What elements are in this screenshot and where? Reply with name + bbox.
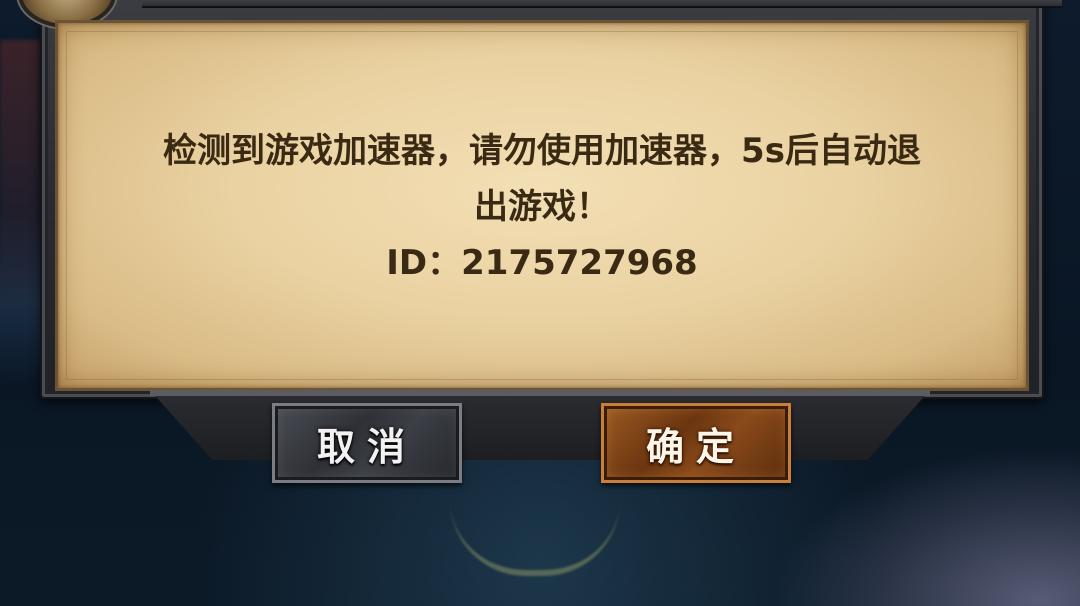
cancel-button[interactable]: 取消 (272, 403, 462, 483)
background-decoration (0, 40, 40, 320)
message-line-2: 出游戏！ (474, 187, 610, 227)
dialog-message: 检测到游戏加速器，请勿使用加速器，5s后自动退 出游戏！ (118, 123, 966, 235)
player-id-text: ID：2175727968 (386, 243, 698, 283)
background-glow (450, 500, 620, 576)
frame-top-rail (142, 0, 1062, 8)
dialog-parchment: 检测到游戏加速器，请勿使用加速器，5s后自动退 出游戏！ ID：21757279… (55, 20, 1029, 391)
button-tray (150, 390, 930, 460)
confirm-button[interactable]: 确定 (601, 403, 791, 483)
button-tray-rim (150, 390, 930, 396)
message-line-1: 检测到游戏加速器，请勿使用加速器，5s后自动退 (163, 131, 921, 171)
game-scene: 检测到游戏加速器，请勿使用加速器，5s后自动退 出游戏！ ID：21757279… (0, 0, 1080, 606)
